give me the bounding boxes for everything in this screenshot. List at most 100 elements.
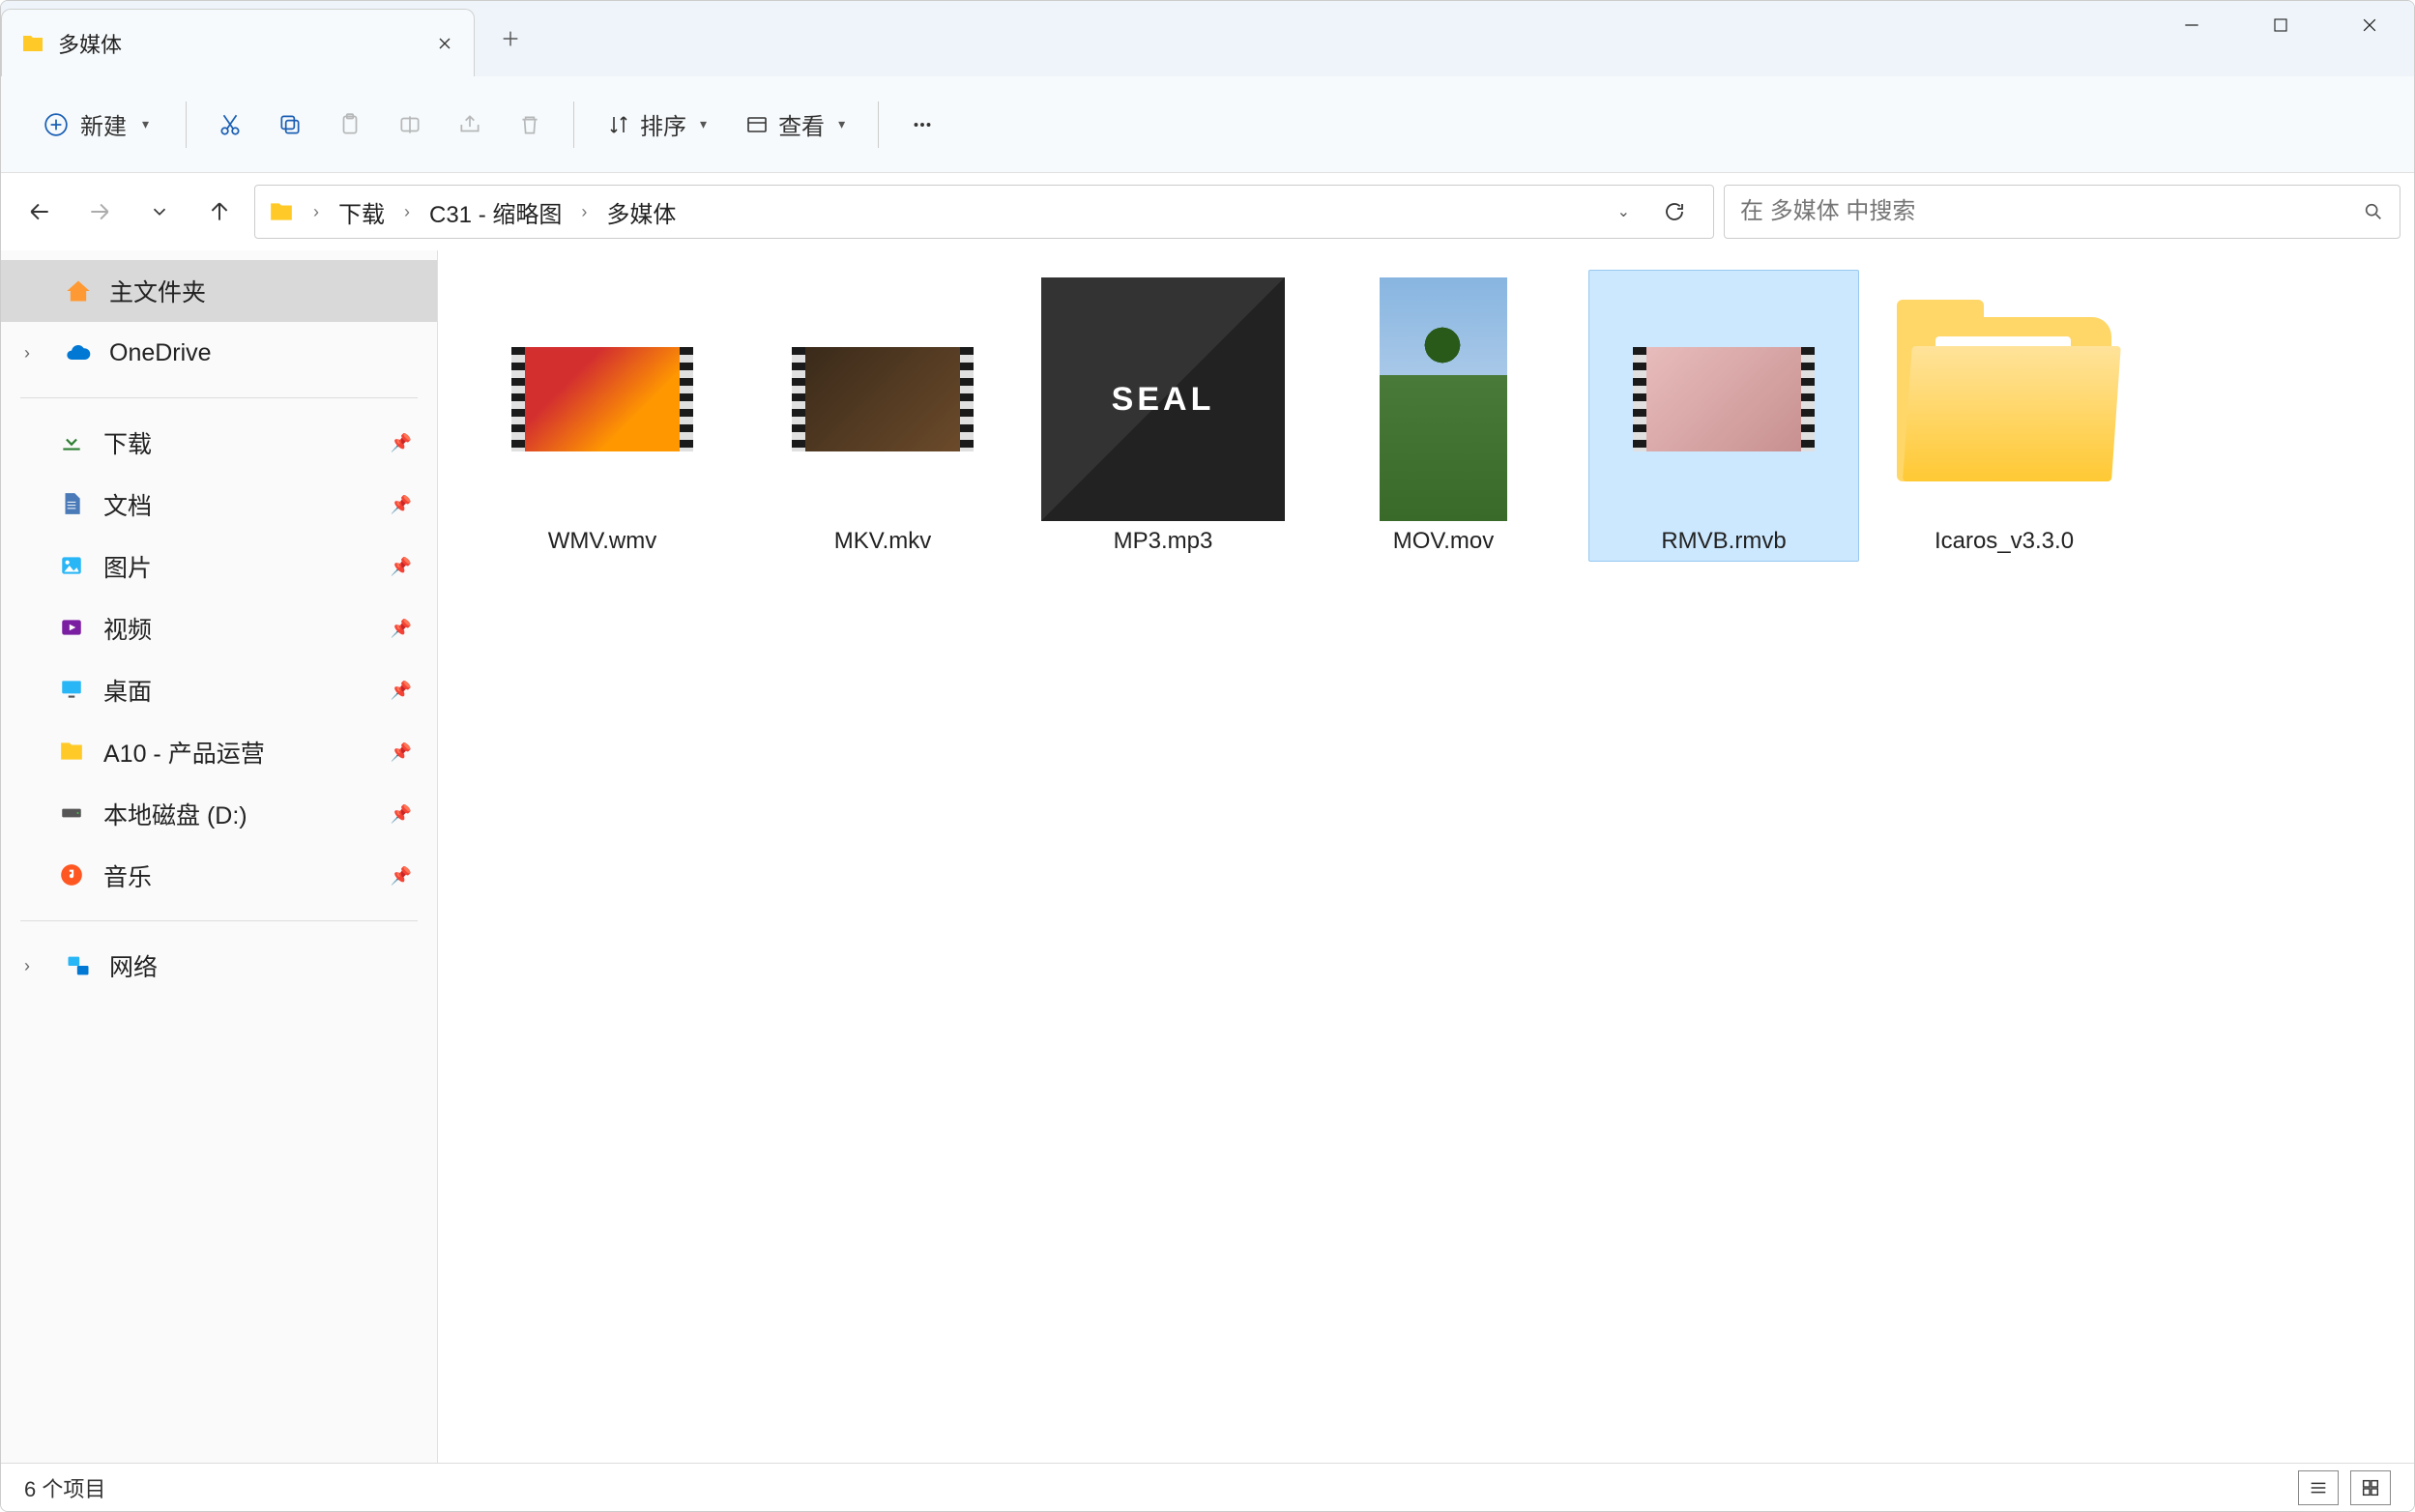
toolbar-divider: [573, 102, 574, 148]
drive-icon: [59, 800, 86, 828]
sidebar-item-music[interactable]: 音乐 📌: [1, 845, 437, 907]
desktop-icon: [59, 677, 86, 704]
sidebar-item-network[interactable]: › 网络: [1, 935, 437, 997]
home-icon: [65, 277, 92, 305]
video-thumbnail: [1601, 276, 1847, 522]
tab-multimedia[interactable]: 多媒体: [1, 9, 475, 76]
file-grid[interactable]: WMV.wmv MKV.mkv SEAL MP3.mp3 MOV.mov RMV…: [438, 250, 2414, 1463]
sidebar-item-a10[interactable]: A10 - 产品运营 📌: [1, 721, 437, 783]
sidebar: 主文件夹 › OneDrive 下载 📌 文档 📌 图片 📌: [1, 250, 438, 1463]
view-button[interactable]: 查看 ▾: [730, 98, 860, 152]
sidebar-item-label: OneDrive: [109, 339, 212, 367]
addressbar: › 下载 › C31 - 缩略图 › 多媒体 ⌄: [1, 173, 2414, 250]
file-item[interactable]: Icaros_v3.3.0: [1869, 270, 2139, 562]
file-item[interactable]: MOV.mov: [1308, 270, 1579, 562]
copy-button[interactable]: [264, 98, 316, 152]
back-button[interactable]: [15, 187, 65, 237]
sidebar-item-drive-d[interactable]: 本地磁盘 (D:) 📌: [1, 783, 437, 845]
sort-button-label: 排序: [640, 107, 686, 141]
details-view-button[interactable]: [2298, 1470, 2339, 1505]
sort-button[interactable]: 排序 ▾: [592, 98, 722, 152]
paste-button[interactable]: [324, 98, 376, 152]
network-icon: [65, 952, 92, 979]
pin-icon: 📌: [391, 433, 412, 453]
pin-icon: 📌: [391, 681, 412, 701]
download-icon: [59, 429, 86, 456]
toolbar-divider: [186, 102, 187, 148]
chevron-right-icon: ›: [404, 202, 410, 222]
maximize-button[interactable]: [2236, 1, 2325, 49]
window-controls: [2147, 1, 2414, 49]
sidebar-item-label: 图片: [103, 549, 152, 584]
share-button[interactable]: [444, 98, 496, 152]
delete-button[interactable]: [504, 98, 556, 152]
breadcrumb-segment[interactable]: 下载: [331, 191, 393, 233]
minimize-button[interactable]: [2147, 1, 2236, 49]
file-name: MOV.mov: [1393, 528, 1494, 555]
sidebar-item-label: 网络: [109, 948, 158, 983]
audio-thumbnail: SEAL: [1040, 276, 1286, 522]
toolbar: 新建 ▾ 排序 ▾ 查看 ▾: [1, 76, 2414, 173]
pin-icon: 📌: [391, 495, 412, 515]
chevron-right-icon: ›: [24, 956, 30, 976]
folder-icon: [59, 739, 86, 766]
sidebar-item-desktop[interactable]: 桌面 📌: [1, 659, 437, 721]
file-item[interactable]: MKV.mkv: [747, 270, 1018, 562]
sidebar-item-label: 音乐: [103, 858, 152, 893]
pin-icon: 📌: [391, 804, 412, 825]
chevron-down-icon: ▾: [838, 116, 845, 132]
file-name: MKV.mkv: [834, 528, 931, 555]
chevron-down-icon: ▾: [700, 116, 707, 132]
pin-icon: 📌: [391, 866, 412, 887]
refresh-button[interactable]: [1649, 187, 1700, 237]
sidebar-item-downloads[interactable]: 下载 📌: [1, 412, 437, 474]
titlebar: 多媒体: [1, 1, 2414, 76]
file-name: MP3.mp3: [1114, 528, 1213, 555]
chevron-down-icon[interactable]: ⌄: [1617, 202, 1630, 221]
file-name: WMV.wmv: [548, 528, 656, 555]
toolbar-divider: [878, 102, 879, 148]
close-tab-icon[interactable]: [435, 34, 454, 53]
rename-button[interactable]: [384, 98, 436, 152]
breadcrumb[interactable]: › 下载 › C31 - 缩略图 › 多媒体 ⌄: [254, 185, 1714, 239]
new-button[interactable]: 新建 ▾: [24, 98, 168, 152]
search-box[interactable]: [1724, 185, 2400, 239]
up-button[interactable]: [194, 187, 245, 237]
file-explorer-window: 多媒体 新建 ▾: [0, 0, 2415, 1512]
new-button-label: 新建: [80, 107, 127, 141]
icons-view-button[interactable]: [2350, 1470, 2391, 1505]
file-item[interactable]: WMV.wmv: [467, 270, 738, 562]
search-icon[interactable]: [2363, 201, 2384, 222]
history-dropdown[interactable]: [134, 187, 185, 237]
file-name: Icaros_v3.3.0: [1935, 528, 2074, 555]
video-thumbnail: [480, 276, 725, 522]
cut-button[interactable]: [204, 98, 256, 152]
breadcrumb-segment[interactable]: 多媒体: [598, 191, 684, 233]
forward-button[interactable]: [74, 187, 125, 237]
sidebar-item-label: 本地磁盘 (D:): [103, 797, 247, 831]
sidebar-item-documents[interactable]: 文档 📌: [1, 474, 437, 536]
file-name: RMVB.rmvb: [1661, 528, 1786, 555]
close-window-button[interactable]: [2325, 1, 2414, 49]
sidebar-item-videos[interactable]: 视频 📌: [1, 597, 437, 659]
sidebar-item-pictures[interactable]: 图片 📌: [1, 536, 437, 597]
folder-icon: [269, 199, 294, 224]
chevron-right-icon: ›: [581, 202, 587, 222]
sidebar-item-label: 视频: [103, 611, 152, 646]
file-item[interactable]: RMVB.rmvb: [1588, 270, 1859, 562]
view-button-label: 查看: [778, 107, 825, 141]
search-input[interactable]: [1740, 198, 2363, 225]
sidebar-item-onedrive[interactable]: › OneDrive: [1, 322, 437, 384]
pin-icon: 📌: [391, 557, 412, 577]
sidebar-item-label: A10 - 产品运营: [103, 735, 265, 770]
sidebar-divider: [20, 920, 418, 921]
file-item[interactable]: SEAL MP3.mp3: [1028, 270, 1298, 562]
statusbar: 6 个项目: [1, 1463, 2414, 1511]
sidebar-item-label: 文档: [103, 487, 152, 522]
breadcrumb-segment[interactable]: C31 - 缩略图: [422, 191, 569, 233]
sidebar-item-home[interactable]: 主文件夹: [1, 260, 437, 322]
tab-title: 多媒体: [58, 28, 435, 59]
more-button[interactable]: [896, 98, 948, 152]
new-tab-button[interactable]: [484, 13, 537, 65]
body: 主文件夹 › OneDrive 下载 📌 文档 📌 图片 📌: [1, 250, 2414, 1463]
